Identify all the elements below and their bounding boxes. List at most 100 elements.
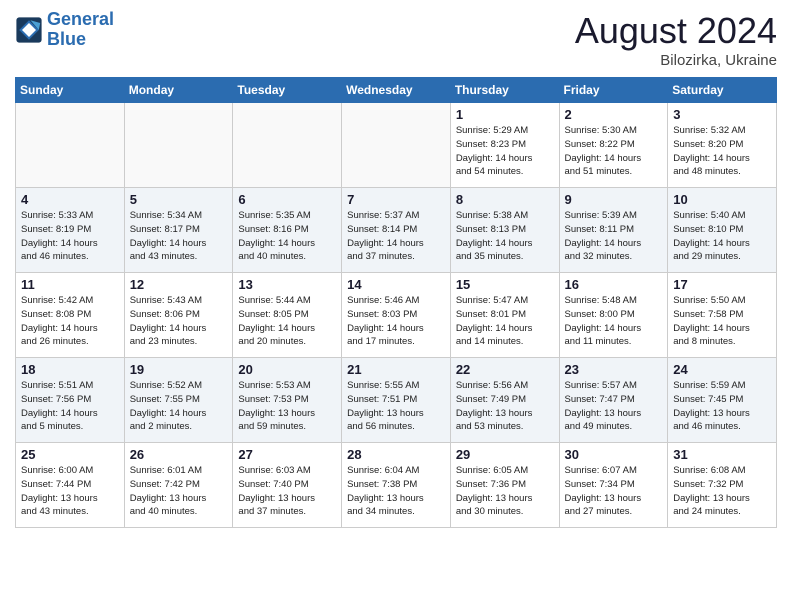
day-number: 10: [673, 192, 771, 207]
day-number: 4: [21, 192, 119, 207]
day-info: Sunrise: 5:47 AM Sunset: 8:01 PM Dayligh…: [456, 294, 554, 349]
calendar-week-row: 11Sunrise: 5:42 AM Sunset: 8:08 PM Dayli…: [16, 273, 777, 358]
calendar-cell: 22 Sunrise: 5:56 AM Sunset: 7:49 PM Dayli…: [450, 358, 559, 443]
day-info: Sunrise: 5:39 AM Sunset: 8:11 PM Dayligh…: [565, 209, 663, 264]
logo: General Blue: [15, 10, 114, 50]
day-info: Sunrise: 5:29 AM Sunset: 8:23 PM Dayligh…: [456, 124, 554, 179]
logo-text: General Blue: [47, 10, 114, 50]
calendar-cell: 30 Sunrise: 6:07 AM Sunset: 7:34 PM Dayli…: [559, 443, 668, 528]
day-info: Sunrise: 5:42 AM Sunset: 8:08 PM Dayligh…: [21, 294, 119, 349]
day-number: 19: [130, 362, 228, 377]
day-number: 2: [565, 107, 663, 122]
day-number: 6: [238, 192, 336, 207]
day-number: 18: [21, 362, 119, 377]
calendar-week-row: 18 Sunrise: 5:51 AM Sunset: 7:56 PM Dayli…: [16, 358, 777, 443]
day-number: 3: [673, 107, 771, 122]
day-info: Sunrise: 5:51 AM Sunset: 7:56 PM Dayligh…: [21, 379, 119, 434]
calendar-cell: 2 Sunrise: 5:30 AM Sunset: 8:22 PM Daylig…: [559, 103, 668, 188]
day-number: 15: [456, 277, 554, 292]
weekday-header-tuesday: Tuesday: [233, 78, 342, 103]
day-number: 24: [673, 362, 771, 377]
day-info: Sunrise: 5:38 AM Sunset: 8:13 PM Dayligh…: [456, 209, 554, 264]
day-info: Sunrise: 5:35 AM Sunset: 8:16 PM Dayligh…: [238, 209, 336, 264]
day-number: 30: [565, 447, 663, 462]
calendar-cell: 26Sunrise: 6:01 AM Sunset: 7:42 PM Dayli…: [124, 443, 233, 528]
day-info: Sunrise: 6:03 AM Sunset: 7:40 PM Dayligh…: [238, 464, 336, 519]
calendar-cell: 8Sunrise: 5:38 AM Sunset: 8:13 PM Daylig…: [450, 188, 559, 273]
day-info: Sunrise: 6:00 AM Sunset: 7:44 PM Dayligh…: [21, 464, 119, 519]
weekday-header-wednesday: Wednesday: [342, 78, 451, 103]
calendar-week-row: 25 Sunrise: 6:00 AM Sunset: 7:44 PM Dayli…: [16, 443, 777, 528]
calendar-cell: 5 Sunrise: 5:34 AM Sunset: 8:17 PM Daylig…: [124, 188, 233, 273]
calendar-cell: 3 Sunrise: 5:32 AM Sunset: 8:20 PM Daylig…: [668, 103, 777, 188]
calendar-cell: 11Sunrise: 5:42 AM Sunset: 8:08 PM Dayli…: [16, 273, 125, 358]
calendar-cell: 20Sunrise: 5:53 AM Sunset: 7:53 PM Dayli…: [233, 358, 342, 443]
day-info: Sunrise: 6:08 AM Sunset: 7:32 PM Dayligh…: [673, 464, 771, 519]
calendar-week-row: 1 Sunrise: 5:29 AM Sunset: 8:23 PM Daylig…: [16, 103, 777, 188]
day-number: 26: [130, 447, 228, 462]
day-info: Sunrise: 5:52 AM Sunset: 7:55 PM Dayligh…: [130, 379, 228, 434]
day-info: Sunrise: 5:59 AM Sunset: 7:45 PM Dayligh…: [673, 379, 771, 434]
day-number: 22: [456, 362, 554, 377]
calendar-cell: 31 Sunrise: 6:08 AM Sunset: 7:32 PM Dayli…: [668, 443, 777, 528]
calendar-cell: 28 Sunrise: 6:04 AM Sunset: 7:38 PM Dayli…: [342, 443, 451, 528]
calendar-cell: 23Sunrise: 5:57 AM Sunset: 7:47 PM Dayli…: [559, 358, 668, 443]
day-info: Sunrise: 5:55 AM Sunset: 7:51 PM Dayligh…: [347, 379, 445, 434]
day-info: Sunrise: 6:05 AM Sunset: 7:36 PM Dayligh…: [456, 464, 554, 519]
calendar-cell: 13 Sunrise: 5:44 AM Sunset: 8:05 PM Dayli…: [233, 273, 342, 358]
calendar-cell: 12 Sunrise: 5:43 AM Sunset: 8:06 PM Dayli…: [124, 273, 233, 358]
day-info: Sunrise: 5:32 AM Sunset: 8:20 PM Dayligh…: [673, 124, 771, 179]
weekday-header-friday: Friday: [559, 78, 668, 103]
day-info: Sunrise: 5:40 AM Sunset: 8:10 PM Dayligh…: [673, 209, 771, 264]
weekday-header-saturday: Saturday: [668, 78, 777, 103]
calendar-cell: 15 Sunrise: 5:47 AM Sunset: 8:01 PM Dayli…: [450, 273, 559, 358]
day-number: 16: [565, 277, 663, 292]
day-number: 13: [238, 277, 336, 292]
calendar-cell: [16, 103, 125, 188]
day-info: Sunrise: 5:56 AM Sunset: 7:49 PM Dayligh…: [456, 379, 554, 434]
calendar-cell: 1 Sunrise: 5:29 AM Sunset: 8:23 PM Daylig…: [450, 103, 559, 188]
calendar-cell: 14 Sunrise: 5:46 AM Sunset: 8:03 PM Dayli…: [342, 273, 451, 358]
day-info: Sunrise: 6:04 AM Sunset: 7:38 PM Dayligh…: [347, 464, 445, 519]
calendar-cell: [342, 103, 451, 188]
title-block: August 2024 Bilozirka, Ukraine: [575, 10, 777, 69]
calendar-cell: 10 Sunrise: 5:40 AM Sunset: 8:10 PM Dayli…: [668, 188, 777, 273]
day-info: Sunrise: 6:07 AM Sunset: 7:34 PM Dayligh…: [565, 464, 663, 519]
day-number: 1: [456, 107, 554, 122]
day-info: Sunrise: 5:50 AM Sunset: 7:58 PM Dayligh…: [673, 294, 771, 349]
day-number: 31: [673, 447, 771, 462]
day-number: 12: [130, 277, 228, 292]
calendar-cell: 29 Sunrise: 6:05 AM Sunset: 7:36 PM Dayli…: [450, 443, 559, 528]
calendar-table: SundayMondayTuesdayWednesdayThursdayFrid…: [15, 77, 777, 528]
day-number: 20: [238, 362, 336, 377]
day-info: Sunrise: 5:48 AM Sunset: 8:00 PM Dayligh…: [565, 294, 663, 349]
day-info: Sunrise: 5:46 AM Sunset: 8:03 PM Dayligh…: [347, 294, 445, 349]
day-info: Sunrise: 5:57 AM Sunset: 7:47 PM Dayligh…: [565, 379, 663, 434]
calendar-cell: 9 Sunrise: 5:39 AM Sunset: 8:11 PM Daylig…: [559, 188, 668, 273]
day-number: 14: [347, 277, 445, 292]
day-info: Sunrise: 5:44 AM Sunset: 8:05 PM Dayligh…: [238, 294, 336, 349]
day-info: Sunrise: 5:43 AM Sunset: 8:06 PM Dayligh…: [130, 294, 228, 349]
day-info: Sunrise: 5:37 AM Sunset: 8:14 PM Dayligh…: [347, 209, 445, 264]
day-number: 9: [565, 192, 663, 207]
calendar-cell: 21Sunrise: 5:55 AM Sunset: 7:51 PM Dayli…: [342, 358, 451, 443]
day-number: 25: [21, 447, 119, 462]
day-number: 28: [347, 447, 445, 462]
day-info: Sunrise: 5:33 AM Sunset: 8:19 PM Dayligh…: [21, 209, 119, 264]
calendar-cell: 7 Sunrise: 5:37 AM Sunset: 8:14 PM Daylig…: [342, 188, 451, 273]
day-number: 5: [130, 192, 228, 207]
calendar-cell: 19 Sunrise: 5:52 AM Sunset: 7:55 PM Dayli…: [124, 358, 233, 443]
calendar-cell: 16 Sunrise: 5:48 AM Sunset: 8:00 PM Dayli…: [559, 273, 668, 358]
day-info: Sunrise: 5:30 AM Sunset: 8:22 PM Dayligh…: [565, 124, 663, 179]
day-number: 29: [456, 447, 554, 462]
day-info: Sunrise: 5:34 AM Sunset: 8:17 PM Dayligh…: [130, 209, 228, 264]
location-subtitle: Bilozirka, Ukraine: [575, 52, 777, 69]
calendar-cell: 24 Sunrise: 5:59 AM Sunset: 7:45 PM Dayli…: [668, 358, 777, 443]
day-number: 27: [238, 447, 336, 462]
calendar-week-row: 4 Sunrise: 5:33 AM Sunset: 8:19 PM Daylig…: [16, 188, 777, 273]
day-number: 7: [347, 192, 445, 207]
day-number: 17: [673, 277, 771, 292]
calendar-cell: 6 Sunrise: 5:35 AM Sunset: 8:16 PM Daylig…: [233, 188, 342, 273]
calendar-cell: [124, 103, 233, 188]
calendar-cell: 4 Sunrise: 5:33 AM Sunset: 8:19 PM Daylig…: [16, 188, 125, 273]
